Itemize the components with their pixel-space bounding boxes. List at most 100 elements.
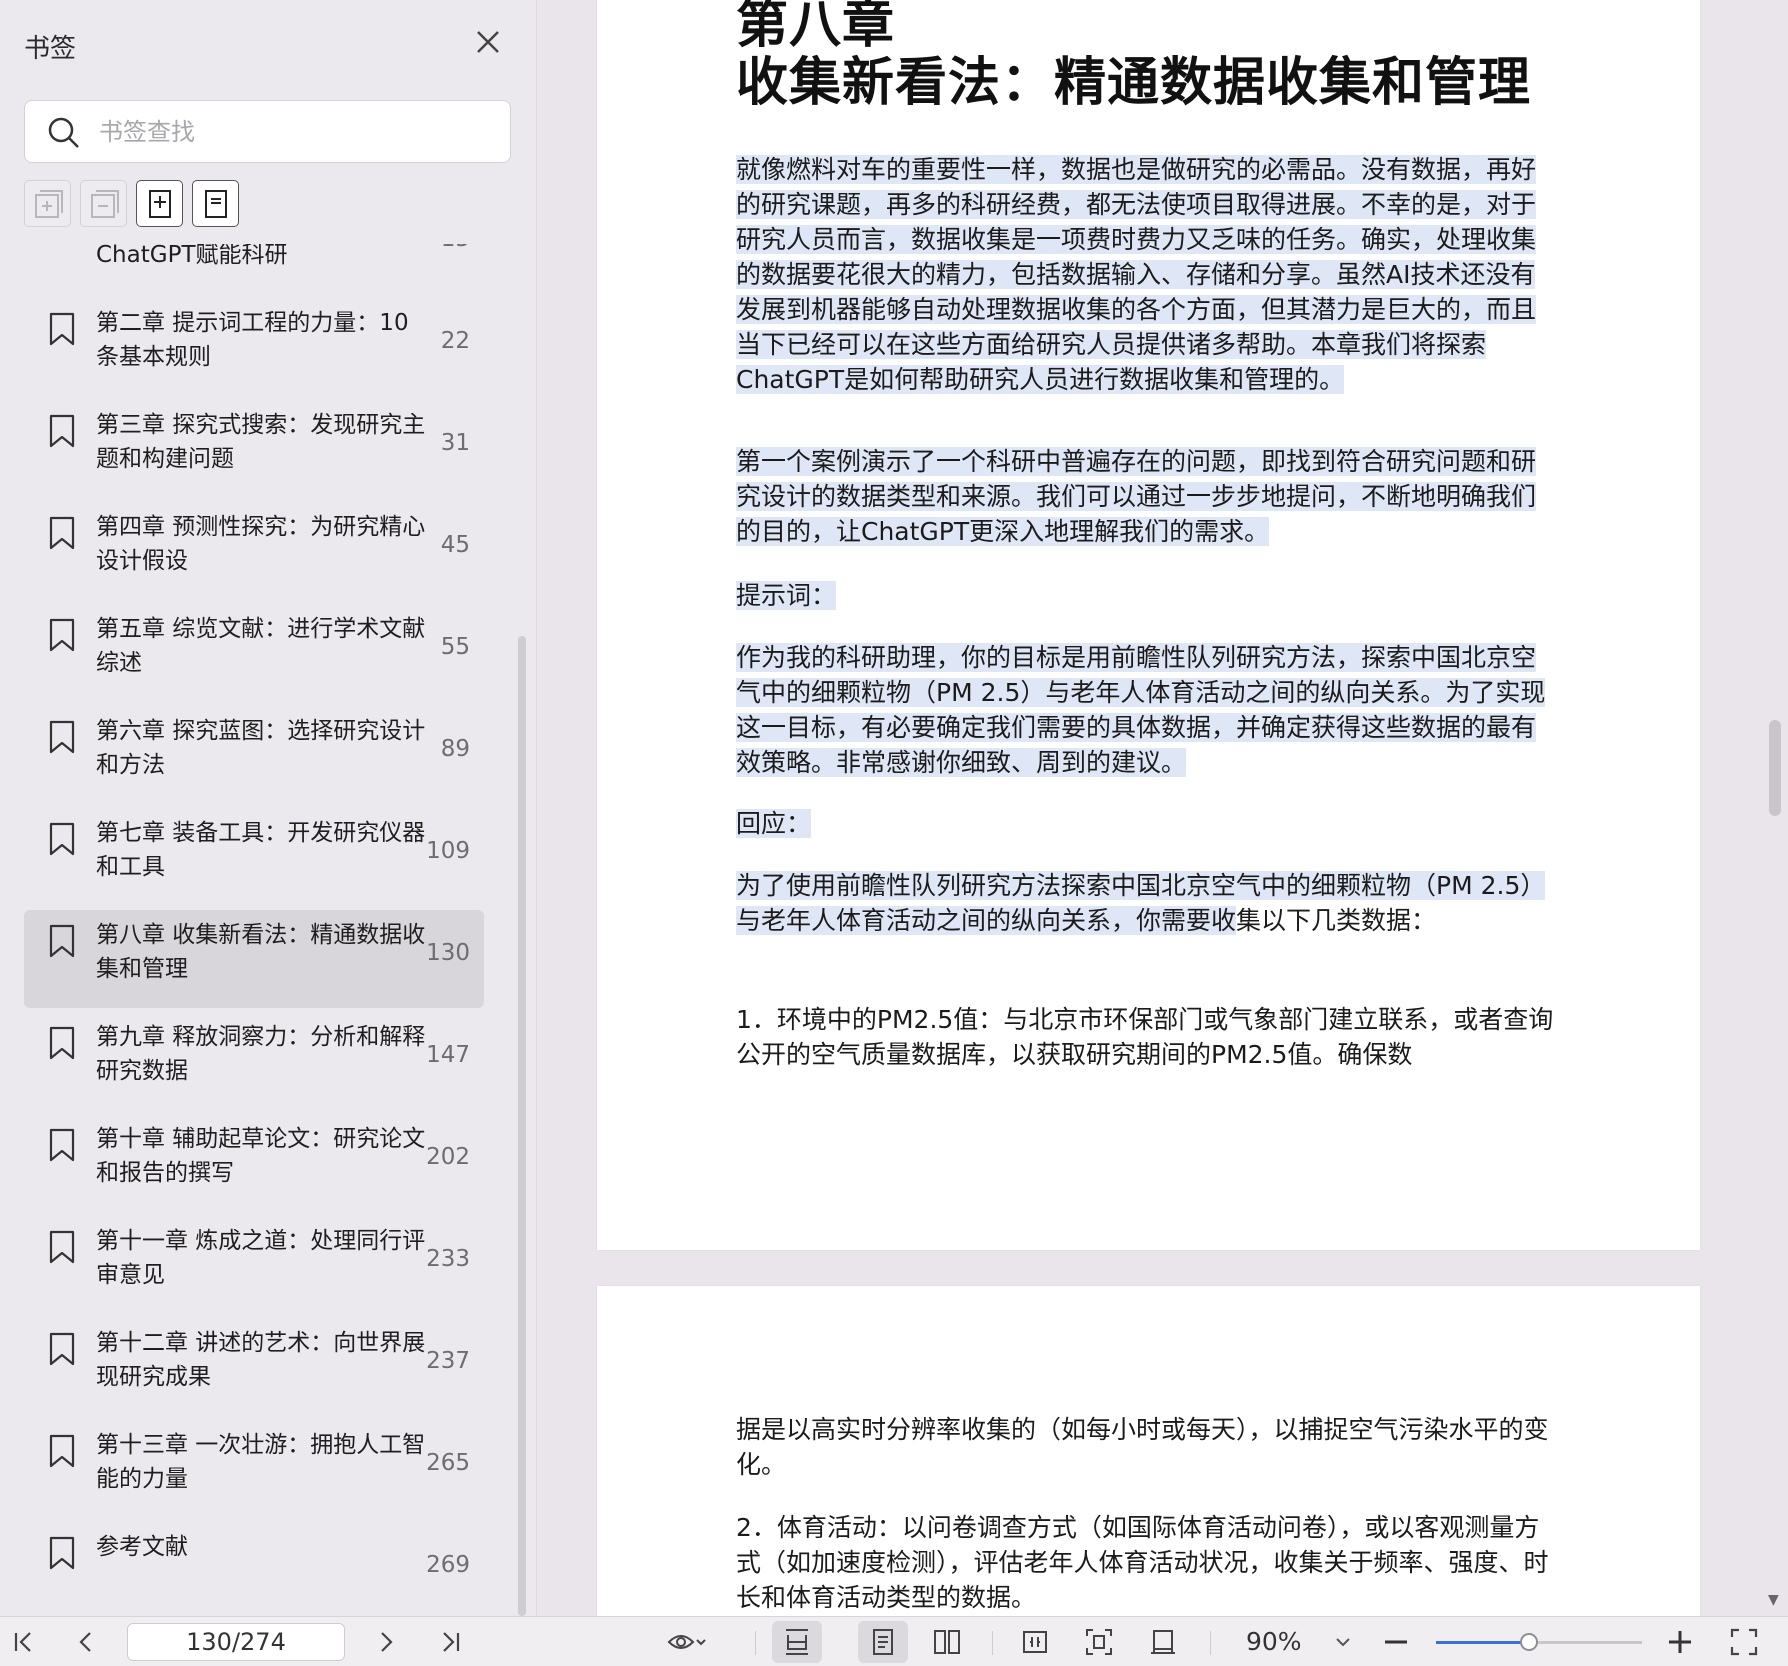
fullscreen-icon[interactable]: [1728, 1626, 1760, 1658]
toolbar-divider: [1210, 1631, 1211, 1655]
sidebar-scrollbar[interactable]: [518, 636, 526, 1616]
bookmark-icon: [49, 1536, 75, 1570]
panel-title: 书签: [24, 34, 77, 64]
collapse-all-button[interactable]: [80, 180, 127, 227]
bookmark-item[interactable]: 第八章 收集新看法：精通数据收集和管理 130: [24, 910, 484, 1008]
bookmark-icon: [49, 516, 75, 550]
bookmark-page-number: 202: [426, 1144, 470, 1170]
bookmark-item[interactable]: 第五章 综览文献：进行学术文献综述 55: [24, 604, 484, 702]
zoom-in-icon[interactable]: [1664, 1626, 1696, 1658]
bookmark-item[interactable]: 第一章 为生成新：利用ChatGPT赋能科研 15: [24, 244, 484, 294]
bookmark-page-number: 31: [440, 430, 470, 456]
next-page-icon[interactable]: [370, 1626, 402, 1658]
paragraph: 据是以高实时分辨率收集的（如每小时或每天），以捕捉空气污染水平的变化。: [736, 1415, 1549, 1479]
bookmark-page-number: 130: [426, 940, 470, 966]
paragraph: 就像燃料对车的重要性一样，数据也是做研究的必需品。没有数据，再好的研究课题，再多…: [736, 155, 1537, 394]
bookmark-page-number: 237: [426, 1348, 470, 1374]
bookmark-item[interactable]: 第九章 释放洞察力：分析和解释研究数据 147: [24, 1012, 484, 1110]
continuous-scroll-icon[interactable]: [781, 1626, 813, 1658]
paragraph: 2．体育活动：以问卷调查方式（如国际体育活动问卷），或以客观测量方式（如加速度检…: [736, 1513, 1549, 1612]
fit-page-icon[interactable]: [1083, 1626, 1115, 1658]
two-page-icon[interactable]: [931, 1626, 963, 1658]
bookmark-icon: [49, 822, 75, 856]
zoom-out-icon[interactable]: [1380, 1626, 1412, 1658]
paragraph: 1．环境中的PM2.5值：与北京市环保部门或气象部门建立联系，或者查询公开的空气…: [736, 1005, 1554, 1069]
first-page-icon[interactable]: [8, 1626, 40, 1658]
rotate-page-icon[interactable]: [1147, 1626, 1179, 1658]
bookmark-label: 第五章 综览文献：进行学术文献综述: [96, 616, 426, 676]
bookmark-page-number: 233: [426, 1246, 470, 1272]
paragraph: 为了使用前瞻性队列研究方法探索中国北京空气中的细颗粒物（PM 2.5）与老年人体…: [736, 871, 1546, 935]
bookmark-label: 第九章 释放洞察力：分析和解释研究数据: [96, 1024, 426, 1084]
close-icon[interactable]: [472, 26, 504, 58]
bookmark-label: 第三章 探究式搜索：发现研究主题和构建问题: [96, 412, 426, 472]
collapse-all-icon: [90, 189, 119, 218]
bookmarks-panel: 书签 第一章 为生成新：利用C: [0, 0, 537, 1616]
bookmark-button[interactable]: [192, 180, 239, 227]
bookmark-item[interactable]: 第二章 提示词工程的力量：10条基本规则 22: [24, 298, 484, 396]
search-icon: [48, 117, 79, 148]
bookmark-item[interactable]: 第十一章 炼成之道：处理同行评审意见 233: [24, 1216, 484, 1314]
add-bookmark-icon: [148, 189, 171, 218]
expand-all-button[interactable]: [24, 180, 71, 227]
bookmark-icon: [49, 1026, 75, 1060]
bookmark-page-number: 55: [440, 634, 470, 660]
bookmark-item[interactable]: 参考文献 269: [24, 1522, 484, 1616]
bookmark-page-number: 45: [440, 532, 470, 558]
document-viewport[interactable]: 第八章 收集新看法：精通数据收集和管理 就像燃料对车的重要性一样，数据也是做研究…: [538, 0, 1788, 1616]
response-label: 回应：: [736, 809, 812, 838]
bookmark-label: 第一章 为生成新：利用ChatGPT赋能科研: [96, 244, 288, 268]
bookmark-icon: [49, 1332, 75, 1366]
bookmark-label: 参考文献: [96, 1534, 188, 1560]
bookmark-page-number: 89: [440, 736, 470, 762]
bookmark-icon: [49, 1230, 75, 1264]
single-page-icon[interactable]: [867, 1626, 899, 1658]
fit-width-icon[interactable]: [1019, 1626, 1051, 1658]
bookmark-item[interactable]: 第四章 预测性探究：为研究精心设计假设 45: [24, 502, 484, 600]
bookmark-label: 第七章 装备工具：开发研究仪器和工具: [96, 820, 426, 880]
bookmark-page-number: 15: [410, 244, 470, 252]
zoom-slider-thumb[interactable]: [1519, 1633, 1538, 1651]
add-bookmark-button[interactable]: [136, 180, 183, 227]
previous-page-icon[interactable]: [70, 1626, 102, 1658]
toolbar-divider: [992, 1631, 993, 1655]
eye-icon[interactable]: [666, 1626, 706, 1658]
bookmark-search-input[interactable]: [99, 101, 499, 162]
document-scrollbar[interactable]: [1769, 720, 1781, 816]
bookmark-icon: [49, 1434, 75, 1468]
bookmark-label: 第十章 辅助起草论文：研究论文和报告的撰写: [96, 1126, 426, 1186]
bookmark-icon: [49, 414, 75, 448]
last-page-icon[interactable]: [434, 1626, 466, 1658]
zoom-slider-fill: [1436, 1641, 1529, 1644]
bookmark-page-number: 269: [426, 1552, 470, 1578]
chevron-down-icon[interactable]: [1327, 1626, 1359, 1658]
bookmark-item[interactable]: 第六章 探究蓝图：选择研究设计和方法 89: [24, 706, 484, 804]
bookmark-label: 第十三章 一次壮游：拥抱人工智能的力量: [96, 1432, 426, 1492]
bookmark-item[interactable]: 第十二章 讲述的艺术：向世界展现研究成果 237: [24, 1318, 484, 1416]
bookmark-icon: [49, 720, 75, 754]
bookmark-item[interactable]: 第七章 装备工具：开发研究仪器和工具 109: [24, 808, 484, 906]
chapter-title: 收集新看法：精通数据收集和管理: [736, 53, 1532, 113]
bookmark-item[interactable]: 第十三章 一次壮游：拥抱人工智能的力量 265: [24, 1420, 484, 1518]
bottom-toolbar: 130/274 90%: [0, 1616, 1788, 1666]
bookmark-label: 第六章 探究蓝图：选择研究设计和方法: [96, 718, 426, 778]
paragraph: 第一个案例演示了一个科研中普遍存在的问题，即找到符合研究问题和研究设计的数据类型…: [736, 447, 1537, 546]
bookmark-page-number: 147: [426, 1042, 470, 1068]
bookmark-page-number: 109: [426, 838, 470, 864]
bookmark-label: 第十一章 炼成之道：处理同行评审意见: [96, 1228, 426, 1288]
bookmark-icon: [49, 924, 75, 958]
document-page: 第八章 收集新看法：精通数据收集和管理 就像燃料对车的重要性一样，数据也是做研究…: [597, 0, 1700, 1250]
paragraph: 作为我的科研助理，你的目标是用前瞻性队列研究方法，探索中国北京空气中的细颗粒物（…: [736, 643, 1546, 777]
zoom-level[interactable]: 90%: [1246, 1627, 1302, 1656]
bookmark-label: 第四章 预测性探究：为研究精心设计假设: [96, 514, 426, 574]
bookmark-search-box[interactable]: [24, 100, 511, 163]
bookmark-page-number: 265: [426, 1450, 470, 1476]
bookmark-page-number: 22: [440, 328, 470, 354]
bookmark-item[interactable]: 第十章 辅助起草论文：研究论文和报告的撰写 202: [24, 1114, 484, 1212]
scroll-down-arrow-icon[interactable]: ▼: [1768, 1592, 1779, 1608]
bookmark-item[interactable]: 第三章 探究式搜索：发现研究主题和构建问题 31: [24, 400, 484, 498]
prompt-label: 提示词：: [736, 581, 837, 610]
page-number-input[interactable]: 130/274: [127, 1623, 345, 1661]
bookmark-icon: [204, 189, 227, 218]
toolbar-divider: [755, 1631, 756, 1655]
